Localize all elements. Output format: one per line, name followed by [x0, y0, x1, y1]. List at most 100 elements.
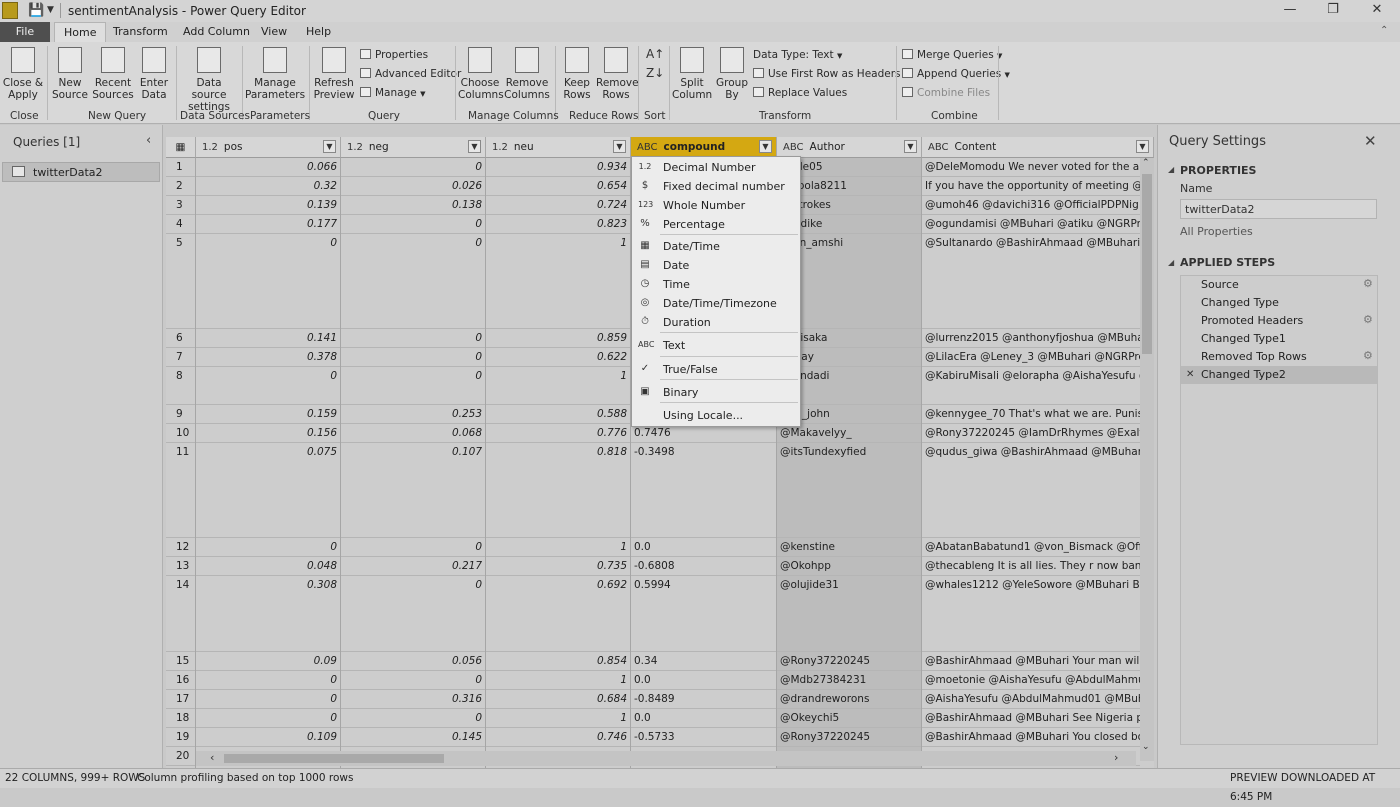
cell-author[interactable]: @Rony37220245 [777, 652, 922, 671]
cell-compound[interactable]: -0.6808 [631, 557, 777, 576]
cell-pos[interactable]: 0.159 [196, 405, 341, 424]
name-field[interactable]: twitterData2 [1180, 199, 1377, 219]
scroll-up-icon[interactable]: ⌃ [1142, 158, 1150, 168]
cell-neu[interactable]: 0.854 [486, 652, 631, 671]
step-changed-type[interactable]: Changed Type [1181, 294, 1381, 312]
cell-neg[interactable]: 0.056 [341, 652, 486, 671]
all-properties-link[interactable]: All Properties [1180, 225, 1253, 238]
cell-neg[interactable]: 0 [341, 329, 486, 348]
cell-pos[interactable]: 0.066 [196, 158, 341, 177]
cell-neg[interactable]: 0 [341, 215, 486, 234]
cell-author[interactable]: @Okeychi5 [777, 709, 922, 728]
cell-pos[interactable]: 0.32 [196, 177, 341, 196]
recent-sources-button[interactable]: Recent Sources [92, 47, 134, 101]
group-by-button[interactable]: Group By [714, 47, 750, 101]
cell-neu[interactable]: 0.684 [486, 690, 631, 709]
chevron-down-icon[interactable]: ◢ [1168, 258, 1174, 267]
cell-neg[interactable]: 0 [341, 234, 486, 253]
cell-author[interactable]: @kenstine [777, 538, 922, 557]
cell-neg[interactable]: 0.068 [341, 424, 486, 443]
cell-author[interactable]: @Okohpp [777, 557, 922, 576]
cell-neg[interactable]: 0 [341, 538, 486, 557]
cell-neu[interactable]: 0.823 [486, 215, 631, 234]
cell-content[interactable]: @BashirAhmaad @MBuhari Your man will go … [922, 652, 1140, 671]
cell-content[interactable]: @moetonie @AishaYesufu @AbdulMahmud01 a [922, 671, 1140, 690]
column-header-compound[interactable]: ABC compound ▼ [631, 137, 777, 158]
column-type-icon[interactable]: ABC [928, 142, 949, 153]
close-apply-button[interactable]: Close & Apply [2, 47, 44, 101]
column-filter-dropdown-icon[interactable]: ▼ [904, 140, 917, 153]
collapse-ribbon-icon[interactable]: ⌃ [1380, 25, 1388, 36]
cell-pos[interactable]: 0 [196, 671, 341, 690]
cell-content[interactable]: @BashirAhmaad @MBuhari You closed border… [922, 728, 1140, 747]
column-header-neg[interactable]: 1.2 neg ▼ [341, 137, 486, 158]
cell-author[interactable]: @Mdb27384231 [777, 671, 922, 690]
gear-icon[interactable]: ⚙ [1363, 278, 1375, 290]
vertical-scrollbar-thumb[interactable] [1142, 174, 1152, 354]
horizontal-scrollbar[interactable]: ‹ › [196, 751, 1136, 766]
cell-pos[interactable]: 0.139 [196, 196, 341, 215]
cell-neu[interactable]: 0.654 [486, 177, 631, 196]
manage-parameters-button[interactable]: Manage Parameters [245, 47, 305, 101]
column-filter-dropdown-icon[interactable]: ▼ [323, 140, 336, 153]
cell-compound[interactable]: 0.5994 [631, 576, 777, 595]
cell-author[interactable]: @itsTundexyfied [777, 443, 922, 462]
vertical-scrollbar[interactable]: ⌃ ⌄ [1140, 158, 1154, 761]
tab-add-column[interactable]: Add Column [174, 22, 259, 42]
tab-help[interactable]: Help [297, 22, 340, 42]
tab-view[interactable]: View [252, 22, 296, 42]
delete-step-icon[interactable]: ✕ [1186, 366, 1194, 384]
cell-neu[interactable]: 0.735 [486, 557, 631, 576]
cell-pos[interactable]: 0.177 [196, 215, 341, 234]
cell-neu[interactable]: 1 [486, 709, 631, 728]
column-header-author[interactable]: ABC Author ▼ [777, 137, 922, 158]
cell-neu[interactable]: 1 [486, 234, 631, 253]
cell-content[interactable]: If you have the opportunity of meeting @… [922, 177, 1140, 196]
tab-transform[interactable]: Transform [104, 22, 177, 42]
step-changed-type2[interactable]: ✕ Changed Type2 [1181, 366, 1377, 384]
column-type-icon[interactable]: 1.2 [347, 142, 363, 153]
cell-author[interactable]: @olujide31 [777, 576, 922, 595]
cell-pos[interactable]: 0 [196, 538, 341, 557]
column-header-content[interactable]: ABC Content ▼ [922, 137, 1154, 158]
cell-neu[interactable]: 1 [486, 671, 631, 690]
close-icon[interactable]: ✕ [1364, 132, 1377, 150]
type-menu-item-binary[interactable]: ▣ Binary [632, 383, 800, 402]
cell-neg[interactable]: 0 [341, 576, 486, 595]
cell-neg[interactable]: 0.145 [341, 728, 486, 747]
cell-content[interactable]: @LilacEra @Leney_3 @MBuhari @NGRPresider [922, 348, 1140, 367]
cell-compound[interactable]: 0.0 [631, 671, 777, 690]
cell-compound[interactable]: 0.0 [631, 709, 777, 728]
cell-author[interactable]: @Rony37220245 [777, 728, 922, 747]
cell-neu[interactable]: 0.859 [486, 329, 631, 348]
horizontal-scrollbar-thumb[interactable] [224, 754, 444, 763]
type-menu-item-whole-number[interactable]: 123 Whole Number [632, 196, 800, 215]
use-first-row-button[interactable]: Use First Row as Headers ▼ [753, 66, 909, 82]
collapse-queries-icon[interactable]: ‹ [146, 133, 151, 148]
cell-neu[interactable]: 0.746 [486, 728, 631, 747]
cell-neg[interactable]: 0.107 [341, 443, 486, 462]
cell-content[interactable]: @DeleMomodu We never voted for the apc, … [922, 158, 1140, 177]
cell-content[interactable]: @kennygee_70 That's what we are. Punishi… [922, 405, 1140, 424]
cell-compound[interactable]: -0.3498 [631, 443, 777, 462]
cell-content[interactable]: @lurrenz2015 @anthonyfjoshua @MBuhari Do… [922, 329, 1140, 348]
cell-compound[interactable]: 0.0 [631, 538, 777, 557]
data-type-dropdown[interactable]: Data Type: Text ▼ [753, 47, 842, 63]
step-removed-top-rows[interactable]: Removed Top Rows ⚙ [1181, 348, 1381, 366]
step-promoted-headers[interactable]: Promoted Headers ⚙ [1181, 312, 1381, 330]
cell-neg[interactable]: 0 [341, 709, 486, 728]
step-source[interactable]: Source ⚙ [1181, 276, 1381, 294]
choose-columns-button[interactable]: Choose Columns [458, 47, 504, 101]
cell-content[interactable]: @qudus_giwa @BashirAhmaad @MBuhari Bros [922, 443, 1140, 462]
column-filter-dropdown-icon[interactable]: ▼ [1136, 140, 1149, 153]
combine-files-button[interactable]: Combine Files [902, 85, 990, 101]
cell-neg[interactable]: 0 [341, 348, 486, 367]
cell-content[interactable]: @thecableng It is all lies. They r now b… [922, 557, 1140, 576]
cell-neg[interactable]: 0.026 [341, 177, 486, 196]
cell-pos[interactable]: 0.141 [196, 329, 341, 348]
cell-compound[interactable]: -0.5733 [631, 728, 777, 747]
manage-button[interactable]: Manage ▼ [360, 85, 425, 101]
chevron-down-icon[interactable]: ◢ [1168, 165, 1174, 174]
tab-file[interactable]: File [0, 22, 50, 42]
cell-content[interactable]: @KabiruMisali @elorapha @AishaYesufu @Em… [922, 367, 1140, 386]
